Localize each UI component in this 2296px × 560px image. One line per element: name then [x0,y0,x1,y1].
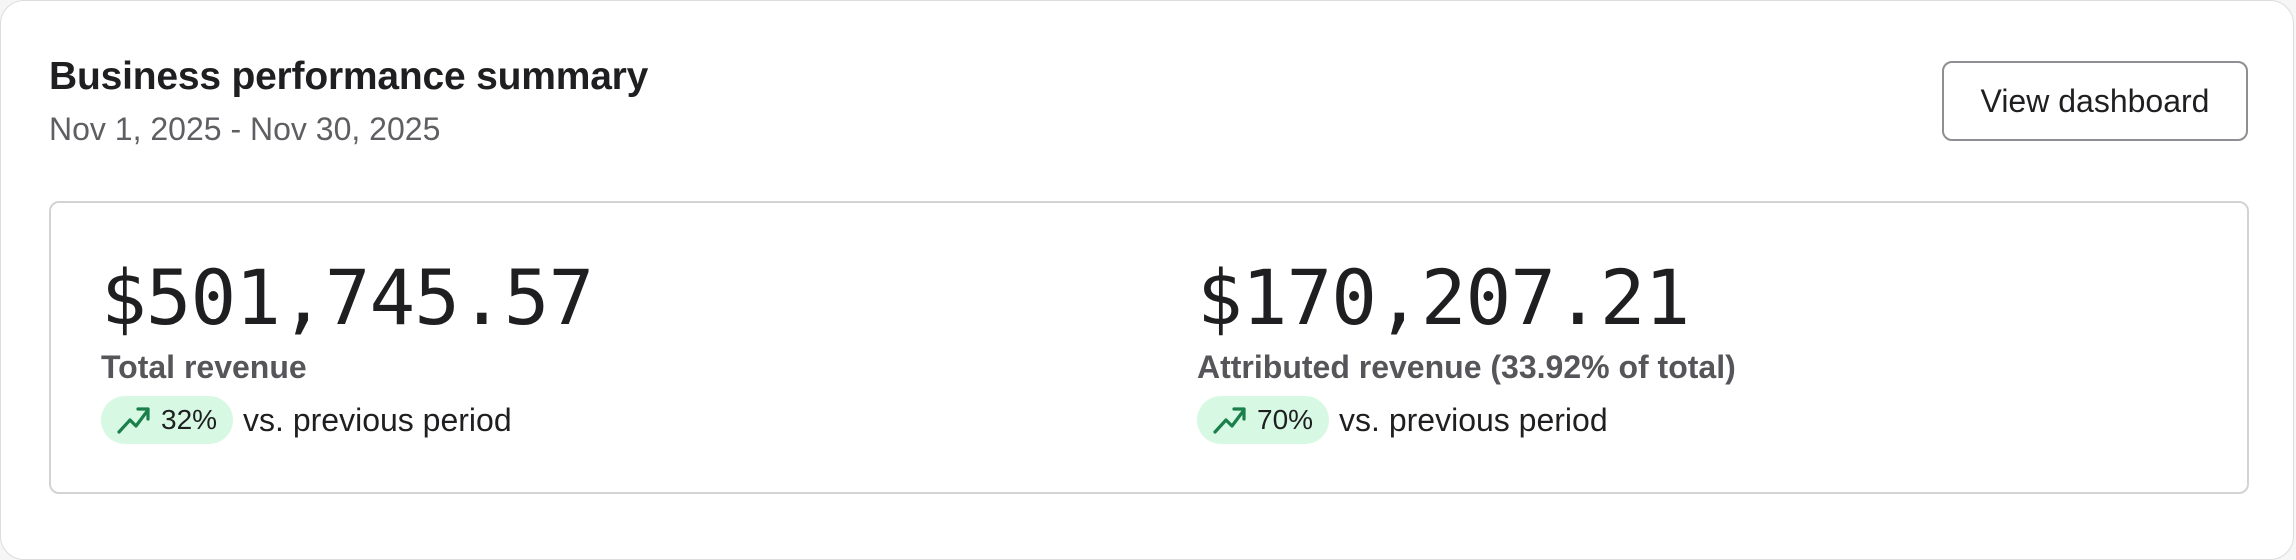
trend-percent: 32% [161,404,218,435]
trending-up-icon [1213,405,1247,435]
trend-comparison: vs. previous period [243,401,512,438]
total-revenue-trend: 32% vs. previous period [101,396,512,444]
total-revenue-value: $501,745.57 [101,253,594,342]
trend-badge: 32% [101,396,234,444]
trend-comparison: vs. previous period [1339,401,1608,438]
card-title: Business performance summary [49,55,649,98]
view-dashboard-button[interactable]: View dashboard [1942,61,2248,141]
attributed-revenue-trend: 70% vs. previous period [1197,396,1608,444]
trend-percent: 70% [1257,404,1314,435]
metrics-panel: $501,745.57 Total revenue 32% vs. previo… [49,201,2249,494]
trend-badge: 70% [1197,396,1330,444]
business-performance-card: Business performance summary Nov 1, 2025… [0,0,2294,560]
total-revenue-label: Total revenue [101,349,307,385]
trending-up-icon [117,405,151,435]
attributed-revenue-label: Attributed revenue (33.92% of total) [1197,349,1736,385]
date-range: Nov 1, 2025 - Nov 30, 2025 [49,111,441,147]
attributed-revenue-value: $170,207.21 [1197,253,1690,342]
